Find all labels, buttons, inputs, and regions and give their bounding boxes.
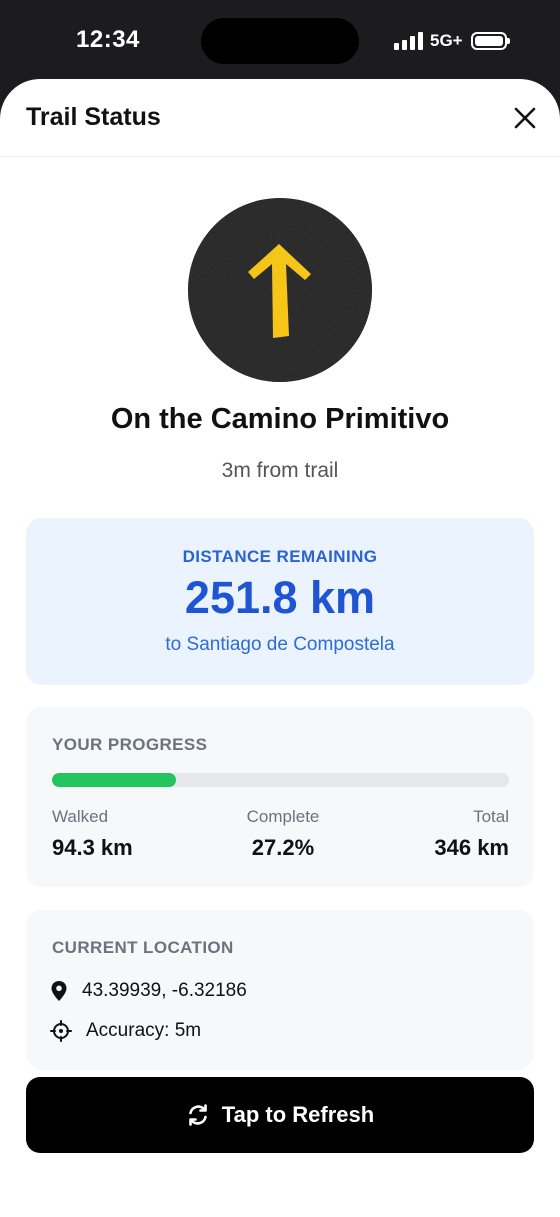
trail-status-sheet: Trail Status On the Camino Primitivo 3m … bbox=[0, 79, 560, 1217]
coordinates-row: 43.39939, -6.32186 bbox=[50, 980, 247, 1002]
sheet-title: Trail Status bbox=[26, 103, 161, 131]
coordinates-text: 43.39939, -6.32186 bbox=[82, 980, 247, 1001]
dynamic-island bbox=[201, 18, 359, 64]
trail-name: On the Camino Primitivo bbox=[110, 403, 450, 435]
trail-marker-image bbox=[188, 198, 372, 382]
progress-bar-fill bbox=[52, 773, 177, 787]
distance-remaining-card: DISTANCE REMAINING 251.8 km to Santiago … bbox=[26, 518, 534, 685]
status-time: 12:34 bbox=[76, 26, 140, 53]
total-label: Total bbox=[473, 807, 509, 826]
progress-bar bbox=[52, 773, 509, 787]
distance-from-trail: 3m from trail bbox=[221, 459, 339, 482]
signal-icon bbox=[394, 32, 423, 50]
crosshair-icon bbox=[50, 1020, 72, 1042]
progress-card: YOUR PROGRESS Walked 94.3 km Complete 27… bbox=[26, 707, 534, 887]
close-icon bbox=[514, 107, 536, 129]
yellow-arrow-icon bbox=[188, 198, 372, 382]
destination-text: to Santiago de Compostela bbox=[165, 634, 395, 655]
current-location-card: CURRENT LOCATION 43.39939, -6.32186 Accu… bbox=[26, 910, 534, 1070]
refresh-button-label: Tap to Refresh bbox=[221, 1102, 375, 1127]
refresh-button[interactable]: Tap to Refresh bbox=[26, 1077, 534, 1153]
battery-icon bbox=[470, 32, 510, 50]
sheet-header: Trail Status bbox=[0, 79, 560, 157]
close-button[interactable] bbox=[510, 103, 540, 133]
network-type: 5G+ bbox=[430, 31, 463, 50]
accuracy-text: Accuracy: 5m bbox=[86, 1020, 202, 1041]
complete-label: Complete bbox=[246, 807, 320, 826]
map-pin-icon bbox=[51, 981, 67, 1001]
progress-label: YOUR PROGRESS bbox=[52, 735, 208, 754]
status-bar: 12:34 5G+ bbox=[0, 0, 560, 80]
status-indicators: 5G+ bbox=[394, 30, 510, 52]
accuracy-row: Accuracy: 5m bbox=[50, 1020, 201, 1042]
refresh-icon bbox=[188, 1104, 207, 1126]
distance-remaining-label: DISTANCE REMAINING bbox=[182, 547, 378, 566]
distance-remaining-value: 251.8 km bbox=[184, 572, 376, 623]
total-value: 346 km bbox=[434, 835, 509, 860]
location-label: CURRENT LOCATION bbox=[52, 938, 234, 957]
